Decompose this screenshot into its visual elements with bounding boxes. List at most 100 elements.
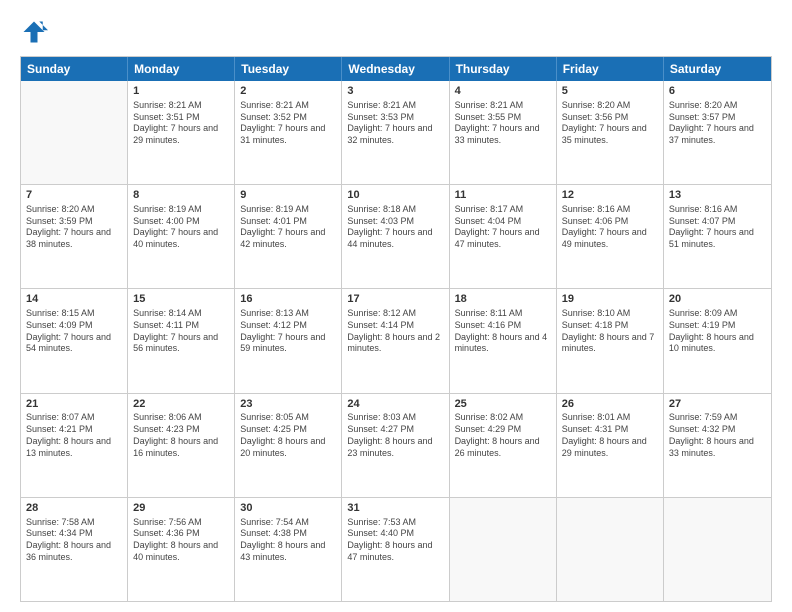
calendar-cell-8: 8Sunrise: 8:19 AMSunset: 4:00 PMDaylight… — [128, 185, 235, 288]
header — [20, 18, 772, 46]
calendar-cell-25: 25Sunrise: 8:02 AM Sunset: 4:29 PM Dayligh… — [450, 394, 557, 497]
daylight-text: Daylight: 8 hours and 43 minutes. — [240, 540, 325, 562]
sunrise-text: Sunrise: 8:19 AM — [133, 204, 202, 214]
daylight-text: Daylight: 7 hours and 31 minutes. — [240, 123, 325, 145]
day-info: Sunrise: 8:19 AM Sunset: 4:01 PMDaylight:… — [240, 204, 336, 251]
calendar-week-4: 21Sunrise: 8:07 AMSunset: 4:21 PMDayligh… — [21, 394, 771, 498]
sunset-text: Sunset: 4:32 PM — [669, 424, 736, 434]
daylight-text: Daylight: 8 hours and 16 minutes. — [133, 436, 218, 458]
day-info: Sunrise: 8:11 AMSunset: 4:16 PMDaylight:… — [455, 308, 551, 355]
day-number: 7 — [26, 188, 122, 203]
sunrise-text: Sunrise: 8:10 AM — [562, 308, 631, 318]
day-number: 22 — [133, 397, 229, 412]
day-number: 2 — [240, 84, 336, 99]
sunset-text: Sunset: 4:23 PM — [133, 424, 200, 434]
day-number: 15 — [133, 292, 229, 307]
calendar-cell-empty — [557, 498, 664, 601]
day-number: 1 — [133, 84, 229, 99]
sunset-text: Sunset: 4:06 PM — [562, 216, 629, 226]
calendar-cell-1: 1Sunrise: 8:21 AM Sunset: 3:51 PMDaylight… — [128, 81, 235, 184]
daylight-text: Daylight: 7 hours and 42 minutes. — [240, 227, 325, 249]
calendar-cell-27: 27Sunrise: 7:59 AMSunset: 4:32 PMDayligh… — [664, 394, 771, 497]
sunset-text: Sunset: 3:51 PM — [133, 112, 200, 122]
day-info: Sunrise: 8:07 AMSunset: 4:21 PMDaylight:… — [26, 412, 122, 459]
header-day-saturday: Saturday — [664, 57, 771, 81]
sunrise-text: Sunrise: 7:58 AM — [26, 517, 95, 527]
day-info: Sunrise: 8:20 AMSunset: 3:56 PMDaylight:… — [562, 100, 658, 147]
sunset-text: Sunset: 4:12 PM — [240, 320, 307, 330]
day-number: 17 — [347, 292, 443, 307]
calendar-cell-7: 7Sunrise: 8:20 AMSunset: 3:59 PMDaylight… — [21, 185, 128, 288]
calendar-cell-15: 15Sunrise: 8:14 AMSunset: 4:11 PMDayligh… — [128, 289, 235, 392]
sunset-text: Sunset: 4:38 PM — [240, 528, 307, 538]
header-day-friday: Friday — [557, 57, 664, 81]
daylight-text: Daylight: 7 hours and 32 minutes. — [347, 123, 432, 145]
sunset-text: Sunset: 3:57 PM — [669, 112, 736, 122]
calendar-cell-empty — [450, 498, 557, 601]
sunset-text: Sunset: 3:55 PM — [455, 112, 522, 122]
calendar-cell-26: 26Sunrise: 8:01 AMSunset: 4:31 PMDayligh… — [557, 394, 664, 497]
calendar-cell-14: 14Sunrise: 8:15 AMSunset: 4:09 PMDayligh… — [21, 289, 128, 392]
sunrise-text: Sunrise: 8:16 AM — [669, 204, 738, 214]
day-info: Sunrise: 8:02 AM Sunset: 4:29 PM Daylight:… — [455, 412, 551, 459]
calendar-week-3: 14Sunrise: 8:15 AMSunset: 4:09 PMDayligh… — [21, 289, 771, 393]
calendar-cell-12: 12Sunrise: 8:16 AMSunset: 4:06 PMDayligh… — [557, 185, 664, 288]
sunrise-text: Sunrise: 8:03 AM — [347, 412, 416, 422]
day-number: 9 — [240, 188, 336, 203]
sunrise-text: Sunrise: 8:13 AM — [240, 308, 309, 318]
calendar-body: 1Sunrise: 8:21 AMSunset: 3:51 PMDaylight… — [21, 81, 771, 601]
day-number: 25 — [455, 397, 551, 412]
calendar-cell-10: 10Sunrise: 8:18 AMSunset: 4:03 PMDayligh… — [342, 185, 449, 288]
calendar-cell-2: 2Sunrise: 8:21 AMSunset: 3:52 PMDaylight… — [235, 81, 342, 184]
sunset-text: Sunset: 3:56 PM — [562, 112, 629, 122]
day-number: 13 — [669, 188, 766, 203]
daylight-text: Daylight: 7 hours and 29 minutes. — [133, 123, 218, 145]
sunrise-text: Sunrise: 7:59 AM — [669, 412, 738, 422]
logo — [20, 18, 52, 46]
calendar-cell-20: 20Sunrise: 8:09 AMSunset: 4:19 PMDayligh… — [664, 289, 771, 392]
day-info: Sunrise: 8:17 AMSunset: 4:04 PMDaylight:… — [455, 204, 551, 251]
sunrise-text: Sunrise: 8:17 AM — [455, 204, 524, 214]
daylight-text: Daylight: 7 hours and 35 minutes. — [562, 123, 647, 145]
day-info: Sunrise: 8:14 AMSunset: 4:11 PMDaylight:… — [133, 308, 229, 355]
day-number: 18 — [455, 292, 551, 307]
calendar-cell-empty — [21, 81, 128, 184]
calendar-cell-29: 29Sunrise: 7:56 AMSunset: 4:36 PMDayligh… — [128, 498, 235, 601]
day-info: Sunrise: 8:18 AMSunset: 4:03 PMDaylight:… — [347, 204, 443, 251]
calendar-week-1: 1Sunrise: 8:21 AMSunset: 3:51 PMDaylight… — [21, 81, 771, 185]
day-number: 3 — [347, 84, 443, 99]
day-info: Sunrise: 8:20 AMSunset: 3:57 PMDaylight:… — [669, 100, 766, 147]
day-number: 26 — [562, 397, 658, 412]
day-info: Sunrise: 7:56 AMSunset: 4:36 PMDaylight:… — [133, 517, 229, 564]
sunrise-text: Sunrise: 8:21 AM — [133, 100, 202, 110]
sunrise-text: Sunrise: 8:19 AM — [240, 204, 309, 214]
day-number: 31 — [347, 501, 443, 516]
sunset-text: Sunset: 4:00 PM — [133, 216, 200, 226]
daylight-text: Daylight: 8 hours and 47 minutes. — [347, 540, 432, 562]
sunrise-text: Sunrise: 7:53 AM — [347, 517, 416, 527]
day-number: 30 — [240, 501, 336, 516]
sunrise-text: Sunrise: 7:56 AM — [133, 517, 202, 527]
sunrise-text: Sunrise: 8:02 AM — [455, 412, 524, 422]
day-info: Sunrise: 8:21 AMSunset: 3:55 PMDaylight:… — [455, 100, 551, 147]
day-info: Sunrise: 8:16 AMSunset: 4:07 PMDaylight:… — [669, 204, 766, 251]
day-number: 10 — [347, 188, 443, 203]
sunrise-text: Sunrise: 8:11 AM — [455, 308, 523, 318]
calendar-cell-9: 9Sunrise: 8:19 AM Sunset: 4:01 PMDaylight… — [235, 185, 342, 288]
sunrise-text: Sunrise: 8:05 AM — [240, 412, 309, 422]
calendar-cell-19: 19Sunrise: 8:10 AMSunset: 4:18 PMDayligh… — [557, 289, 664, 392]
sunset-text: Sunset: 3:52 PM — [240, 112, 307, 122]
calendar-cell-22: 22Sunrise: 8:06 AM Sunset: 4:23 PM Dayligh… — [128, 394, 235, 497]
day-info: Sunrise: 8:21 AM Sunset: 3:51 PMDaylight:… — [133, 100, 229, 147]
daylight-text: Daylight: 8 hours and 26 minutes. — [455, 436, 540, 458]
calendar-cell-21: 21Sunrise: 8:07 AMSunset: 4:21 PMDayligh… — [21, 394, 128, 497]
sunset-text: Sunset: 4:09 PM — [26, 320, 93, 330]
sunset-text: Sunset: 4:01 PM — [240, 216, 307, 226]
sunset-text: Sunset: 4:29 PM — [455, 424, 522, 434]
daylight-text: Daylight: 8 hours and 7 minutes. — [562, 332, 655, 354]
calendar-week-2: 7Sunrise: 8:20 AMSunset: 3:59 PMDaylight… — [21, 185, 771, 289]
day-info: Sunrise: 8:13 AMSunset: 4:12 PMDaylight:… — [240, 308, 336, 355]
sunrise-text: Sunrise: 8:06 AM — [133, 412, 202, 422]
header-day-monday: Monday — [128, 57, 235, 81]
day-info: Sunrise: 8:20 AMSunset: 3:59 PMDaylight:… — [26, 204, 122, 251]
